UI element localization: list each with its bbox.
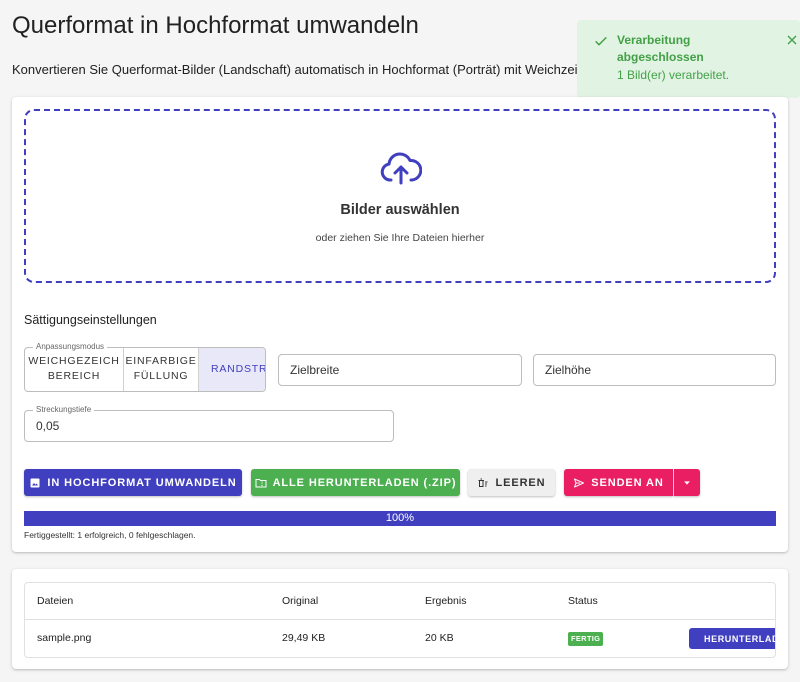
success-toast: Verarbeitung abgeschlossen 1 Bild(er) ve… <box>577 20 800 98</box>
clear-button[interactable]: LEEREN <box>468 469 555 496</box>
toast-title: Verarbeitung abgeschlossen <box>617 33 704 64</box>
page-title: Querformat in Hochformat umwandeln <box>12 12 419 39</box>
chevron-down-icon <box>684 480 690 485</box>
mode-button-edge-stretch[interactable]: RANDSTR <box>199 348 265 391</box>
converter-card: Bilder auswählen oder ziehen Sie Ihre Da… <box>12 97 788 552</box>
file-dropzone[interactable]: Bilder auswählen oder ziehen Sie Ihre Da… <box>24 109 776 283</box>
processing-status: Fertiggestellt: 1 erfolgreich, 0 fehlges… <box>24 530 196 540</box>
download-file-button[interactable]: HERUNTERLADEN <box>689 628 775 649</box>
target-height-input[interactable]: Zielhöhe <box>533 354 776 386</box>
close-icon[interactable] <box>784 32 800 48</box>
page-description: Konvertieren Sie Querformat-Bilder (Land… <box>12 62 592 77</box>
stretch-depth-legend: Streckungstiefe <box>33 405 95 415</box>
target-width-input[interactable]: Zielbreite <box>278 354 522 386</box>
folder-zip-icon <box>255 478 267 487</box>
delete-sweep-icon <box>478 478 488 487</box>
header-original: Original <box>282 595 319 607</box>
image-icon <box>30 478 40 487</box>
convert-button-label: IN HOCHFORMAT UMWANDELN <box>47 476 237 489</box>
stretch-depth-value: 0,05 <box>36 419 60 433</box>
mode-solid-line2: FÜLLUNG <box>133 370 189 382</box>
progress-bar: 100% <box>24 511 776 526</box>
results-table: Dateien Original Ergebnis Status sample.… <box>24 582 776 658</box>
table-row: sample.png 29,49 KB 20 KB FERTIG HERUNTE… <box>25 620 775 657</box>
toast-message: 1 Bild(er) verarbeitet. <box>617 68 730 82</box>
progress-label: 100% <box>385 512 415 524</box>
table-header: Dateien Original Ergebnis Status <box>25 583 775 620</box>
convert-button[interactable]: IN HOCHFORMAT UMWANDELN <box>24 469 242 496</box>
cell-original-size: 29,49 KB <box>282 632 326 644</box>
download-zip-label: ALLE HERUNTERLADEN (.ZIP) <box>272 476 457 489</box>
dropzone-title: Bilder auswählen <box>340 202 460 218</box>
header-files: Dateien <box>37 595 74 607</box>
mode-blur-line2: BEREICH <box>47 370 101 382</box>
status-badge: FERTIG <box>568 632 604 646</box>
cloud-upload-icon <box>380 152 422 185</box>
download-zip-button[interactable]: ALLE HERUNTERLADEN (.ZIP) <box>251 469 460 496</box>
header-status: Status <box>568 595 598 607</box>
mode-solid-line1: EINFARBIGE <box>125 355 197 367</box>
cell-filename: sample.png <box>37 632 92 644</box>
mode-edge-line1: RANDSTR <box>211 363 265 375</box>
mode-blur-line1: WEICHGEZEICH <box>28 355 120 367</box>
mode-button-blur[interactable]: WEICHGEZEICH BEREICH <box>25 348 124 391</box>
results-card: Dateien Original Ergebnis Status sample.… <box>12 569 788 669</box>
dropzone-subtitle: oder ziehen Sie Ihre Dateien hierher <box>315 232 485 244</box>
download-file-label: HERUNTERLADEN <box>704 633 775 644</box>
send-to-button[interactable]: SENDEN AN <box>564 469 673 496</box>
send-icon <box>574 478 585 487</box>
cell-result-size: 20 KB <box>425 632 454 644</box>
stretch-depth-input[interactable]: Streckungstiefe 0,05 <box>24 405 394 442</box>
send-to-menu-button[interactable] <box>674 469 700 496</box>
send-to-label: SENDEN AN <box>591 476 664 489</box>
mode-toggle-group: Anpassungsmodus WEICHGEZEICH BEREICH EIN… <box>24 342 266 392</box>
settings-section-title: Sättigungseinstellungen <box>24 313 157 327</box>
mode-button-solid-fill[interactable]: EINFARBIGE FÜLLUNG <box>124 348 199 391</box>
check-icon <box>595 36 607 46</box>
header-result: Ergebnis <box>425 595 467 607</box>
clear-button-label: LEEREN <box>495 476 546 489</box>
